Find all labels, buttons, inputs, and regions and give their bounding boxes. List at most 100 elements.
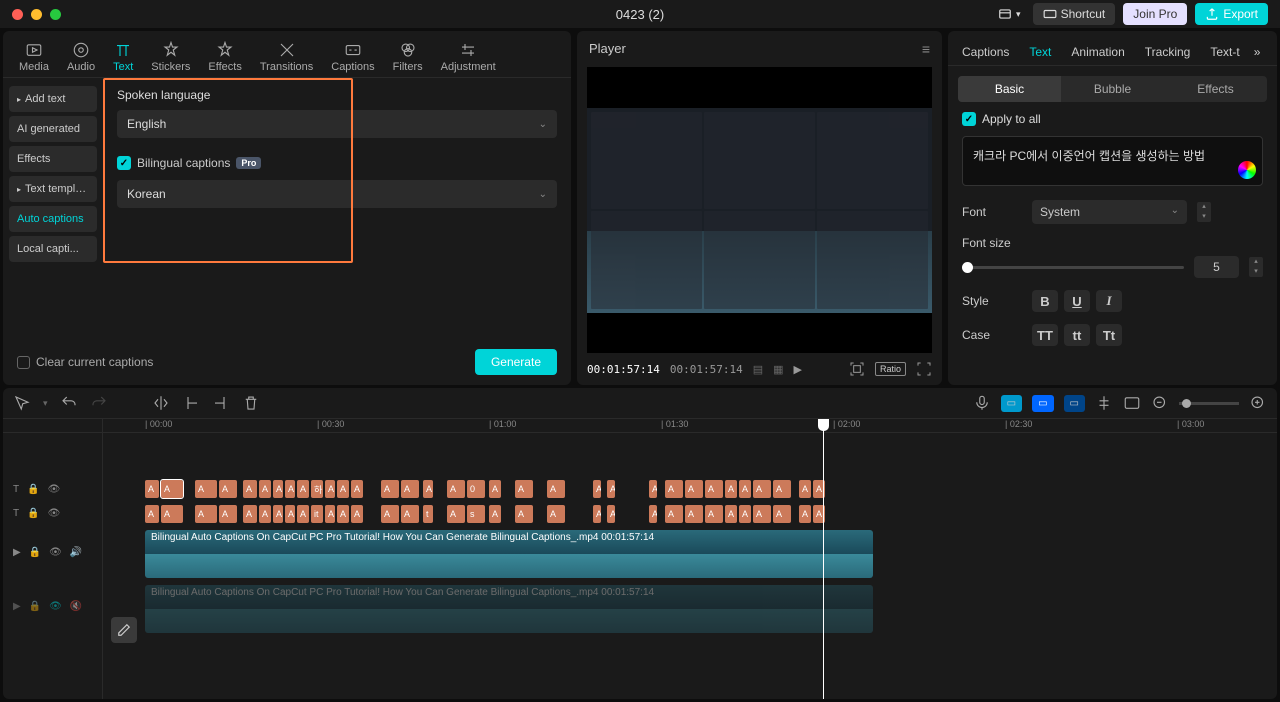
caption-clip[interactable]: A [273, 505, 283, 523]
tab-stickers[interactable]: Stickers [145, 37, 196, 77]
caption-clip[interactable]: A [259, 505, 271, 523]
maximize-window[interactable] [50, 9, 61, 20]
caption-clip[interactable]: A [739, 480, 751, 498]
bilingual-checkbox[interactable]: ✓ [117, 156, 131, 170]
shortcut-button[interactable]: Shortcut [1033, 3, 1116, 25]
caption-clip[interactable]: 0 [467, 480, 485, 498]
fontsize-slider[interactable] [962, 266, 1184, 269]
caption-clip[interactable]: A [447, 505, 465, 523]
caption-clip[interactable]: A [593, 480, 601, 498]
caption-clip[interactable]: t [423, 505, 433, 523]
fontsize-value[interactable]: 5 [1194, 256, 1239, 278]
rtab-text-to[interactable]: Text-t [1200, 39, 1249, 65]
caption-clip[interactable]: A [799, 480, 811, 498]
lock-icon[interactable]: 🔒 [27, 508, 39, 519]
redo-button[interactable] [90, 394, 108, 412]
layout-toggle[interactable]: ▾ [994, 3, 1025, 25]
cursor-tool[interactable] [13, 394, 31, 412]
rtab-tracking[interactable]: Tracking [1135, 39, 1201, 65]
caption-clip[interactable]: A [381, 480, 399, 498]
track-mode-2[interactable]: ▭ [1032, 395, 1053, 412]
caption-clip[interactable]: A [145, 480, 159, 498]
cursor-dropdown[interactable]: ▾ [43, 398, 48, 409]
caption-clip[interactable]: A [547, 505, 565, 523]
fullscreen-icon[interactable] [916, 361, 932, 377]
clear-captions-checkbox[interactable] [17, 356, 30, 369]
video-clip[interactable]: Bilingual Auto Captions On CapCut PC Pro… [145, 530, 873, 578]
caption-clip[interactable]: A [447, 480, 465, 498]
lock-icon[interactable]: 🔒 [29, 547, 41, 558]
italic-button[interactable]: I [1096, 290, 1122, 312]
caption-clip[interactable]: 하 [311, 480, 323, 498]
apply-all-checkbox[interactable]: ✓ [962, 112, 976, 126]
caption-clip[interactable]: A [195, 505, 217, 523]
font-select[interactable]: System⌄ [1032, 200, 1187, 224]
sidebar-local-captions[interactable]: Local capti... [9, 236, 97, 262]
caption-clip[interactable]: A [161, 480, 183, 498]
tracks-area[interactable]: 00:0000:3001:0001:3002:0002:3003:00 AAAA… [103, 419, 1277, 699]
ratio-button[interactable]: Ratio [875, 362, 906, 376]
caption-clip[interactable]: A [665, 480, 683, 498]
rtab-animation[interactable]: Animation [1061, 39, 1134, 65]
caption-clip[interactable]: A [489, 505, 501, 523]
sidebar-auto-captions[interactable]: Auto captions [9, 206, 97, 232]
case-upper-button[interactable]: TT [1032, 324, 1058, 346]
eye-icon[interactable]: 👁 [49, 547, 62, 558]
undo-button[interactable] [60, 394, 78, 412]
caption-clip[interactable]: A [547, 480, 565, 498]
caption-text-input[interactable]: 캐크라 PC에서 이중언어 캡션을 생성하는 방법 [962, 136, 1263, 186]
caption-clip[interactable]: A [725, 480, 737, 498]
rtab-captions[interactable]: Captions [952, 39, 1019, 65]
caption-clip[interactable]: A [325, 480, 335, 498]
case-title-button[interactable]: Tt [1096, 324, 1122, 346]
caption-clip[interactable]: A [649, 480, 657, 498]
sidebar-effects[interactable]: Effects [9, 146, 97, 172]
eye-icon[interactable]: 👁 [48, 484, 61, 495]
lock-icon[interactable]: 🔒 [29, 601, 41, 612]
caption-clip[interactable]: A [297, 480, 309, 498]
case-lower-button[interactable]: tt [1064, 324, 1090, 346]
video-clip-muted[interactable]: Bilingual Auto Captions On CapCut PC Pro… [145, 585, 873, 633]
caption-clip[interactable]: A [145, 505, 159, 523]
caption-clip[interactable]: A [665, 505, 683, 523]
play-button[interactable]: ▶ [794, 363, 802, 376]
lock-icon[interactable]: 🔒 [27, 484, 39, 495]
caption-clip[interactable]: A [243, 480, 257, 498]
preview-icon[interactable] [1123, 394, 1141, 412]
color-picker-icon[interactable] [1238, 161, 1256, 179]
trim-left-tool[interactable] [182, 394, 200, 412]
speaker-icon[interactable]: 🔇 [70, 601, 82, 612]
caption-clip[interactable]: A [753, 480, 771, 498]
rtab-text[interactable]: Text [1019, 39, 1061, 65]
sidebar-text-template[interactable]: Text template [9, 176, 97, 202]
font-stepper[interactable]: ▴▾ [1197, 202, 1211, 222]
caption-clip[interactable]: it [311, 505, 323, 523]
bilingual-language-select[interactable]: Korean ⌄ [117, 180, 557, 208]
sidebar-add-text[interactable]: Add text [9, 86, 97, 112]
join-pro-button[interactable]: Join Pro [1123, 3, 1187, 25]
edit-track-button[interactable] [111, 617, 137, 643]
eye-icon[interactable]: 👁 [49, 601, 62, 612]
caption-clip[interactable]: A [259, 480, 271, 498]
caption-clip[interactable]: A [351, 480, 363, 498]
subtab-bubble[interactable]: Bubble [1061, 76, 1164, 102]
tab-transitions[interactable]: Transitions [254, 37, 319, 77]
caption-clip[interactable]: A [607, 480, 615, 498]
mic-icon[interactable] [973, 394, 991, 412]
delete-tool[interactable] [242, 394, 260, 412]
caption-clip[interactable]: A [515, 505, 533, 523]
subtab-effects[interactable]: Effects [1164, 76, 1267, 102]
caption-clip[interactable]: A [685, 480, 703, 498]
caption-clip[interactable]: A [337, 505, 349, 523]
caption-clip[interactable]: A [489, 480, 501, 498]
caption-clip[interactable]: A [381, 505, 399, 523]
playhead[interactable] [823, 419, 824, 699]
caption-clip[interactable]: A [297, 505, 309, 523]
caption-clip[interactable]: A [161, 505, 183, 523]
preview-viewport[interactable] [587, 67, 932, 353]
caption-clip[interactable]: A [285, 480, 295, 498]
tab-filters[interactable]: Filters [387, 37, 429, 77]
caption-clip[interactable]: A [337, 480, 349, 498]
caption-clip[interactable]: A [753, 505, 771, 523]
caption-clip[interactable]: A [705, 505, 723, 523]
